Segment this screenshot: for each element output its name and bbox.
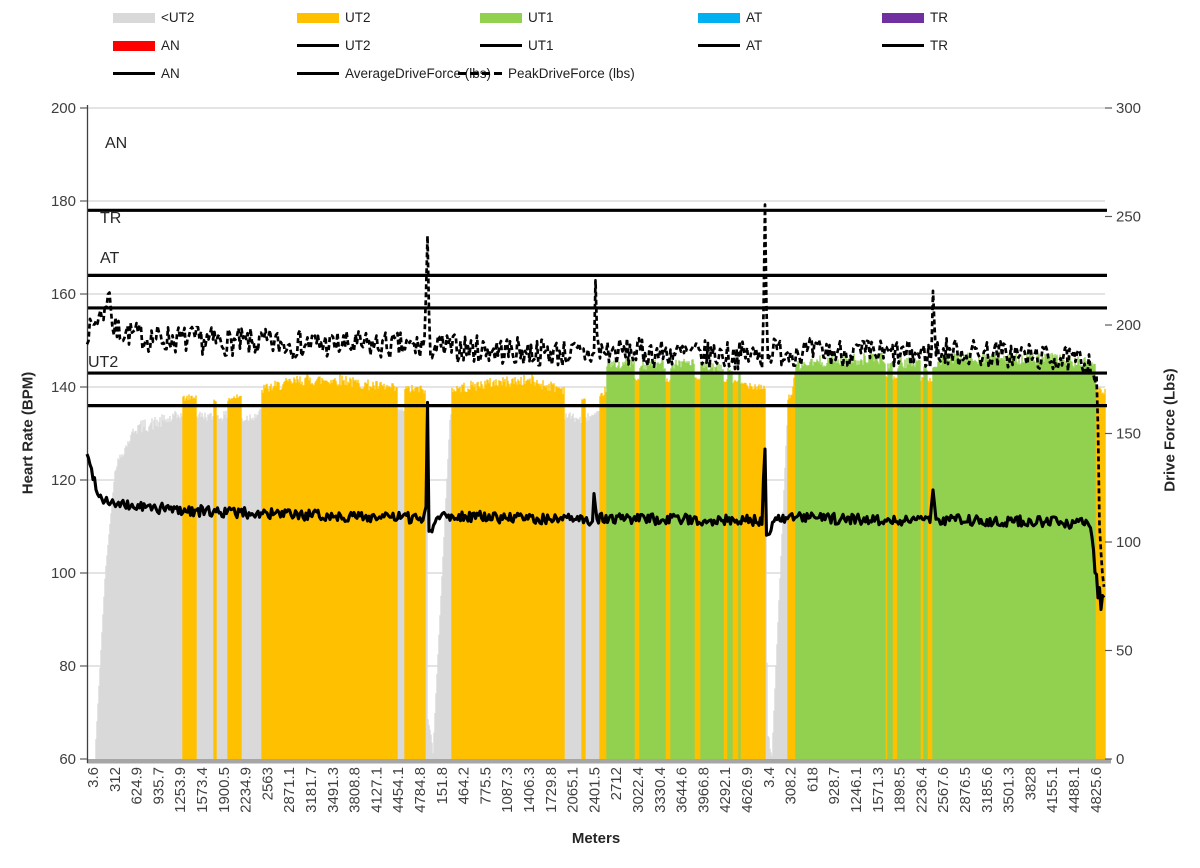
x-tick-label: 4155.1 xyxy=(1044,767,1061,813)
x-tick-label: 4454.1 xyxy=(390,767,407,813)
x-tick-label: 4626.9 xyxy=(739,767,756,813)
x-tick-label: 3.4 xyxy=(761,767,778,788)
x-tick-label: 4825.6 xyxy=(1088,767,1105,813)
x-tick-label: 2871.1 xyxy=(281,767,298,813)
x-tick-label: 2236.4 xyxy=(913,767,930,813)
x-tick-label: 3330.4 xyxy=(652,767,669,813)
x-tick-label: 3644.6 xyxy=(674,767,691,813)
left-axis-tick-label: 180 xyxy=(51,193,76,210)
right-axis-tick-label: 150 xyxy=(1116,426,1141,443)
right-axis-title: Drive Force (Lbs) xyxy=(1161,368,1179,492)
x-tick-label: 1253.9 xyxy=(172,767,189,813)
left-axis-tick-label: 200 xyxy=(51,100,76,117)
x-tick-label: 618 xyxy=(804,767,821,792)
zone-label-ut2: UT2 xyxy=(88,354,118,371)
x-tick-label: 3808.8 xyxy=(347,767,364,813)
right-axis-tick-label: 0 xyxy=(1116,751,1124,768)
x-tick-label: 928.7 xyxy=(826,767,843,805)
x-tick-label: 151.8 xyxy=(434,767,451,805)
x-tick-label: 1900.5 xyxy=(216,767,233,813)
x-tick-label: 3181.7 xyxy=(303,767,320,813)
x-tick-label: 1406.3 xyxy=(521,767,538,813)
x-tick-label: 308.2 xyxy=(783,767,800,805)
x-tick-label: 1087.3 xyxy=(499,767,516,813)
x-tick-label: 1246.1 xyxy=(848,767,865,813)
x-tick-label: 464.2 xyxy=(456,767,473,805)
x-tick-label: 3966.8 xyxy=(695,767,712,813)
x-tick-label: 4784.8 xyxy=(412,767,429,813)
x-tick-label: 2712 xyxy=(608,767,625,800)
x-tick-label: 624.9 xyxy=(129,767,146,805)
x-tick-label: 2401.5 xyxy=(586,767,603,813)
x-tick-label: 3185.6 xyxy=(979,767,996,813)
x-tick-label: 1898.5 xyxy=(892,767,909,813)
zone-label-at: AT xyxy=(100,250,119,267)
x-tick-label: 3022.4 xyxy=(630,767,647,813)
x-tick-label: 1571.3 xyxy=(870,767,887,813)
right-axis-tick-label: 200 xyxy=(1116,317,1141,334)
zone-label-tr: TR xyxy=(100,210,121,227)
left-axis-tick-label: 80 xyxy=(59,658,76,675)
x-tick-label: 2567.6 xyxy=(935,767,952,813)
x-tick-label: 3501.3 xyxy=(1001,767,1018,813)
x-tick-label: 312 xyxy=(107,767,124,792)
right-axis-tick-label: 100 xyxy=(1116,534,1141,551)
left-axis-tick-label: 60 xyxy=(59,751,76,768)
x-tick-label: 3.6 xyxy=(85,767,102,788)
x-tick-label: 2876.5 xyxy=(957,767,974,813)
left-axis-title: Heart Rate (BPM) xyxy=(19,371,37,495)
x-tick-label: 4488.1 xyxy=(1066,767,1083,813)
x-tick-label: 1729.8 xyxy=(543,767,560,813)
x-tick-label: 3491.3 xyxy=(325,767,342,813)
left-axis-tick-label: 120 xyxy=(51,472,76,489)
x-tick-label: 2065.1 xyxy=(565,767,582,813)
x-tick-label: 4292.1 xyxy=(717,767,734,813)
x-tick-label: 2234.9 xyxy=(238,767,255,813)
x-tick-label: 935.7 xyxy=(150,767,167,805)
x-tick-label: 4127.1 xyxy=(368,767,385,813)
right-axis-tick-label: 50 xyxy=(1116,643,1133,660)
right-axis-tick-label: 300 xyxy=(1116,100,1141,117)
x-tick-label: 2563 xyxy=(259,767,276,800)
x-axis-title: Meters xyxy=(571,830,621,847)
x-tick-label: 1573.4 xyxy=(194,767,211,813)
chart-svg: AN TR AT UT2 200 180 160 140 120 100 80 60 300 250 200… xyxy=(51,100,1141,813)
hr-zone-area xyxy=(606,350,1096,759)
chart-canvas: <UT2 UT2 UT1 AT TR AN UT2 UT1 AT TR AN AverageDrive… xyxy=(0,0,1200,868)
left-axis-tick-label: 140 xyxy=(51,379,76,396)
x-tick-label: 3828 xyxy=(1022,767,1039,800)
x-tick-label: 775.5 xyxy=(477,767,494,805)
zone-label-an: AN xyxy=(105,135,127,152)
left-axis-tick-label: 100 xyxy=(51,565,76,582)
x-axis-line xyxy=(87,759,1111,764)
right-axis-tick-label: 250 xyxy=(1116,209,1141,226)
left-axis-tick-label: 160 xyxy=(51,286,76,303)
